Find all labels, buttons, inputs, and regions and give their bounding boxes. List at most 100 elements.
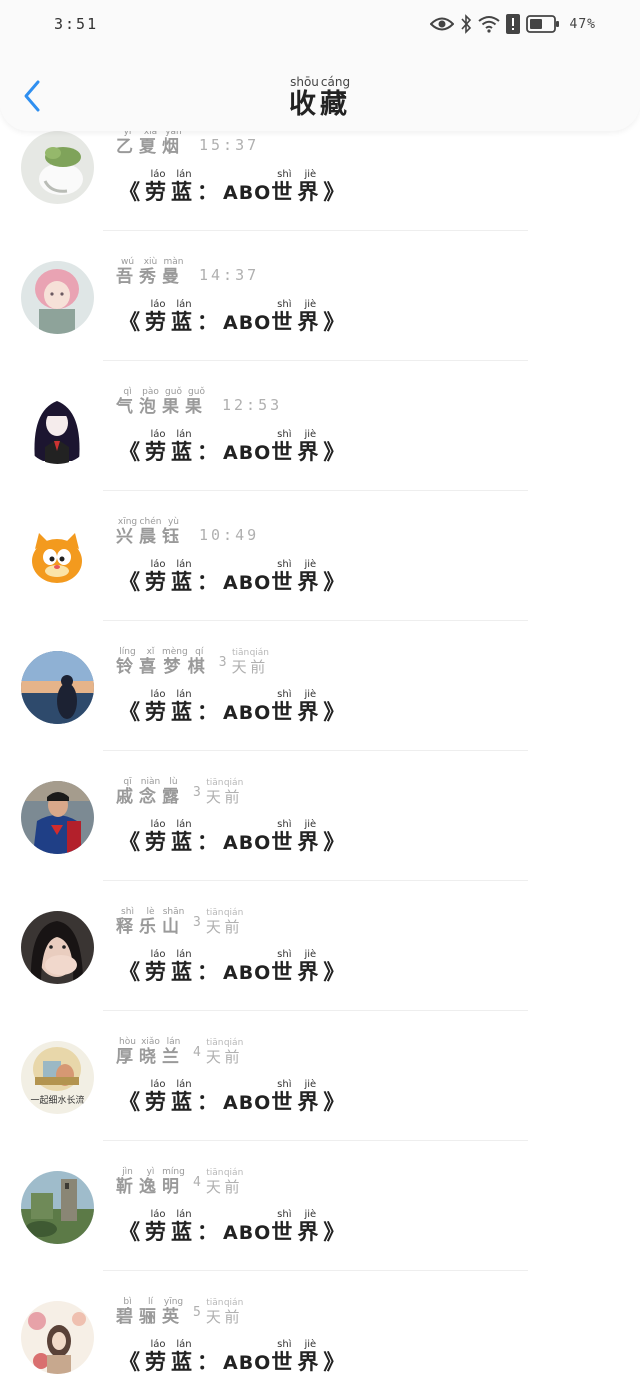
user-name: 碧bì骊lí英yīng [116,1297,185,1327]
ruby-char: 喜xǐ [139,647,162,677]
favorite-title[interactable]: 《 劳láo蓝lán： ABO世shì界jiè》 [119,169,349,206]
ruby-char: 》 [323,570,350,594]
ruby-char: 天tiān [205,908,224,936]
ruby-char: 兴xīng [116,517,139,547]
list-item[interactable]: 铃líng喜xǐ梦mèng棋qí 3 天tiān前qián 《 劳láo蓝lán： A… [0,621,640,751]
ruby-char: 《 [119,180,145,204]
favorite-title[interactable]: 《 劳láo蓝lán： ABO世shì界jiè》 [119,559,349,596]
ruby-char: 兰lán [162,1037,185,1067]
ruby-char: 乙yǐ [116,127,139,157]
ruby-char: 释shì [116,907,139,937]
avatar[interactable] [21,651,94,724]
status-time: 3:51 [54,15,99,33]
avatar[interactable] [21,1301,94,1374]
ruby-char: 《 [119,1220,145,1244]
favorites-list: 乙yǐ夏xià烟yān 15:37 《 劳láo蓝lán： ABO世shì界jiè》… [0,101,640,1387]
ruby-char: 蓝lán [171,429,197,464]
ruby-char: 劳láo [145,1339,171,1374]
item-meta: 铃líng喜xǐ梦mèng棋qí 3 天tiān前qián [116,647,269,677]
ruby-char: 夏xià [139,127,162,157]
ruby-char: 前qián [249,648,270,676]
favorite-title[interactable]: 《 劳láo蓝lán： ABO世shì界jiè》 [119,949,349,986]
ruby-char: 天tiān [205,778,224,806]
ruby-char: 劳láo [145,429,171,464]
favorite-title[interactable]: 《 劳láo蓝lán： ABO世shì界jiè》 [119,299,349,336]
ruby-char: 棋qí [187,647,211,677]
ruby-char: 骊lí [139,1297,162,1327]
ruby-char: 》 [323,1090,350,1114]
ruby-char: 》 [323,700,350,724]
alert-icon [505,14,520,34]
avatar[interactable] [21,1171,94,1244]
avatar-caption: 一起细水长流 [30,1096,85,1106]
favorite-title[interactable]: 《 劳láo蓝lán： ABO世shì界jiè》 [119,1339,349,1376]
ruby-char: 《 [119,310,145,334]
user-name: 靳jìn逸yì明míng [116,1167,185,1197]
list-item[interactable]: 兴xīng晨chén钰yù 10:49 《 劳láo蓝lán： ABO世shì界ji… [0,491,640,621]
ruby-char: 天tiān [205,1038,224,1066]
ruby-char: ： [197,830,223,854]
ruby-char: 蓝lán [171,299,197,334]
ruby-char: 铃líng [116,647,139,677]
favorite-title[interactable]: 《 劳láo蓝lán： ABO世shì界jiè》 [119,1079,349,1116]
ruby-char: 天tiān [231,648,250,676]
avatar[interactable] [21,911,94,984]
ruby-char: 》 [323,830,350,854]
eye-icon [429,16,454,32]
ruby-char: 》 [323,180,350,204]
ruby-char: 《 [119,1350,145,1374]
ruby-char: ： [197,1090,223,1114]
ruby-char: 》 [323,440,350,464]
status-icons: 47% [429,12,596,36]
ruby-char: 世shì [271,819,298,854]
ruby-char: 界jiè [297,949,324,984]
ruby-char: 逸yì [139,1167,162,1197]
avatar[interactable] [21,521,94,594]
ruby-char: 劳láo [145,1079,171,1114]
item-meta: 吾wú秀xiù曼màn 14:37 [116,257,259,287]
list-item[interactable]: 碧bì骊lí英yīng 5 天tiān前qián 《 劳láo蓝lán： ABO世sh… [0,1271,640,1387]
ruby-char: 劳láo [145,949,171,984]
timestamp: 5 天tiān前qián [193,1298,244,1326]
title-char: 藏cáng [320,75,351,120]
favorite-title[interactable]: 《 劳láo蓝lán： ABO世shì界jiè》 [119,429,349,466]
list-item[interactable]: 靳jìn逸yì明míng 4 天tiān前qián 《 劳láo蓝lán： ABO世s… [0,1141,640,1271]
ruby-char: 蓝lán [171,1079,197,1114]
ruby-char: 》 [323,1220,350,1244]
ruby-char: 劳láo [145,299,171,334]
ruby-char: 《 [119,570,145,594]
list-item[interactable]: 吾wú秀xiù曼màn 14:37 《 劳láo蓝lán： ABO世shì界jiè》 [0,231,640,361]
timestamp: 4 天tiān前qián [193,1038,244,1066]
user-name: 乙yǐ夏xià烟yān [116,127,185,157]
ruby-char: 梦mèng [162,647,188,677]
ruby-char: 世shì [271,559,298,594]
ruby-char: ： [197,180,223,204]
ruby-char: 《 [119,1090,145,1114]
ruby-char: 劳láo [145,1209,171,1244]
list-item[interactable]: 一起细水长流 厚hòu晓xiǎo兰lán 4 天tiān前qián 《 劳láo蓝lán… [0,1011,640,1141]
ruby-char: 戚qī [116,777,139,807]
timestamp: 3 天tiān前qián [218,648,270,676]
avatar[interactable] [21,781,94,854]
favorite-title[interactable]: 《 劳láo蓝lán： ABO世shì界jiè》 [119,1209,349,1246]
timestamp: 4 天tiān前qián [193,1168,244,1196]
ruby-char: 蓝lán [171,819,197,854]
avatar[interactable] [21,131,94,204]
favorite-title[interactable]: 《 劳láo蓝lán： ABO世shì界jiè》 [119,689,349,726]
list-item[interactable]: 戚qī念niàn露lù 3 天tiān前qián 《 劳láo蓝lán： ABO世sh… [0,751,640,881]
ruby-char: 明míng [162,1167,185,1197]
page-title: 收shōu藏cáng [289,75,351,120]
bluetooth-icon [460,14,472,34]
avatar[interactable] [21,391,94,464]
ruby-char: 界jiè [297,819,324,854]
avatar[interactable]: 一起细水长流 [21,1041,94,1114]
ruby-char: 世shì [271,299,298,334]
list-item[interactable]: 气qì泡pào果guǒ果guǒ 12:53 《 劳láo蓝lán： ABO世shì界… [0,361,640,491]
wifi-icon [477,15,500,33]
timestamp: 15:37 [199,136,260,154]
avatar[interactable] [21,261,94,334]
ruby-char: 前qián [223,1038,244,1066]
ruby-char: 》 [323,310,350,334]
list-item[interactable]: 释shì乐lè山shān 3 天tiān前qián 《 劳láo蓝lán： ABO世s… [0,881,640,1011]
favorite-title[interactable]: 《 劳láo蓝lán： ABO世shì界jiè》 [119,819,349,856]
